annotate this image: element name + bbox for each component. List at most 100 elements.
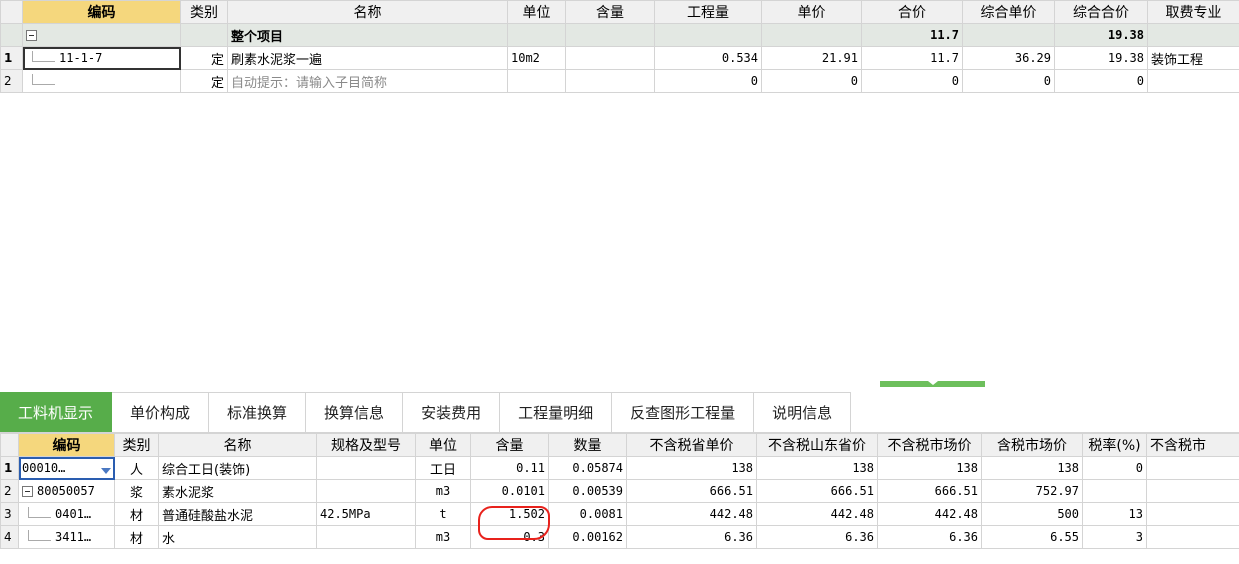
col-header-code[interactable]: 编码	[18, 433, 115, 457]
col-header-quantity[interactable]: 数量	[548, 433, 627, 457]
prov-price-cell[interactable]: 138	[626, 456, 757, 480]
col-header-market-price-tax[interactable]: 含税市场价	[981, 433, 1083, 457]
table-row[interactable]: 4 3411… 材 水 m3 0.3 0.00162 6.36 6.36 6.3…	[0, 525, 1239, 549]
col-header-more[interactable]: 不含税市	[1146, 433, 1239, 457]
type-cell[interactable]: 定	[180, 69, 228, 93]
quantity-cell[interactable]: 0.00162	[548, 525, 627, 549]
market-price-tax-cell[interactable]: 500	[981, 502, 1083, 526]
content-cell[interactable]: 1.502	[470, 502, 549, 526]
market-price-tax-cell[interactable]: 752.97	[981, 479, 1083, 503]
chevron-down-icon[interactable]	[101, 468, 111, 474]
col-header-name[interactable]: 名称	[158, 433, 317, 457]
col-header-unit[interactable]: 单位	[507, 0, 566, 24]
sd-price-cell[interactable]: 666.51	[756, 479, 878, 503]
row-number[interactable]: 4	[0, 525, 19, 549]
spec-cell[interactable]	[316, 456, 416, 480]
unit-cell[interactable]: 10m2	[507, 46, 566, 70]
unit-cell[interactable]	[507, 69, 566, 93]
content-cell[interactable]: 0.11	[470, 456, 549, 480]
col-header-fee-type[interactable]: 取费专业	[1147, 0, 1239, 24]
row-number[interactable]: 3	[0, 502, 19, 526]
prov-price-cell[interactable]: 6.36	[626, 525, 757, 549]
unit-cell[interactable]: m3	[415, 525, 471, 549]
name-cell[interactable]: 素水泥浆	[158, 479, 317, 503]
row-number[interactable]: 2	[0, 479, 19, 503]
col-header-comp-total[interactable]: 综合合价	[1054, 0, 1148, 24]
unit-price-cell[interactable]: 21.91	[761, 46, 862, 70]
sd-price-cell[interactable]: 138	[756, 456, 878, 480]
content-cell[interactable]	[565, 46, 655, 70]
more-cell[interactable]	[1146, 502, 1239, 526]
code-cell[interactable]: 11-1-7	[22, 46, 181, 70]
col-header-unit[interactable]: 单位	[415, 433, 471, 457]
code-cell[interactable]: 80050057	[18, 479, 115, 503]
col-header-content[interactable]: 含量	[470, 433, 549, 457]
quantity-cell[interactable]: 0.534	[654, 46, 762, 70]
table-row[interactable]: 1 00010… 人 综合工日(装饰) 工日 0.11 0.05874 138 …	[0, 456, 1239, 480]
name-cell[interactable]: 综合工日(装饰)	[158, 456, 317, 480]
tax-rate-cell[interactable]: 13	[1082, 502, 1147, 526]
tab-conversion-info[interactable]: 换算信息	[306, 392, 404, 432]
col-header-sd-price[interactable]: 不含税山东省价	[756, 433, 878, 457]
table-row[interactable]: 2 80050057 浆 素水泥浆 m3 0.0101 0.00539 666.…	[0, 479, 1239, 503]
row-number[interactable]: 2	[0, 69, 23, 93]
content-cell[interactable]: 0.0101	[470, 479, 549, 503]
code-cell[interactable]	[22, 69, 181, 93]
tab-materials[interactable]: 工料机显示	[0, 392, 113, 432]
spec-cell[interactable]: 42.5MPa	[316, 502, 416, 526]
tab-description[interactable]: 说明信息	[754, 392, 852, 432]
more-cell[interactable]	[1146, 456, 1239, 480]
more-cell[interactable]	[1146, 525, 1239, 549]
col-header-tax-rate[interactable]: 税率(%)	[1082, 433, 1147, 457]
market-price-cell[interactable]: 442.48	[877, 502, 982, 526]
type-cell[interactable]: 材	[114, 525, 159, 549]
collapse-icon[interactable]	[22, 486, 33, 497]
sd-price-cell[interactable]: 6.36	[756, 525, 878, 549]
type-cell[interactable]: 浆	[114, 479, 159, 503]
group-expander-cell[interactable]	[22, 23, 181, 47]
group-row[interactable]: 整个项目 11.7 19.38	[0, 23, 1239, 47]
quantity-cell[interactable]: 0.0081	[548, 502, 627, 526]
group-name[interactable]: 整个项目	[227, 23, 508, 47]
row-number[interactable]: 1	[0, 456, 19, 480]
content-cell[interactable]: 0.3	[470, 525, 549, 549]
name-cell[interactable]: 普通硅酸盐水泥	[158, 502, 317, 526]
name-cell[interactable]: 刷素水泥浆一遍	[227, 46, 508, 70]
type-cell[interactable]: 定	[180, 46, 228, 70]
tab-unit-price-composition[interactable]: 单价构成	[112, 392, 210, 432]
table-row[interactable]: 3 0401… 材 普通硅酸盐水泥 42.5MPa t 1.502 0.0081…	[0, 502, 1239, 526]
tab-reverse-lookup[interactable]: 反查图形工程量	[612, 392, 755, 432]
type-cell[interactable]: 材	[114, 502, 159, 526]
col-header-code[interactable]: 编码	[22, 0, 181, 24]
col-header-quantity[interactable]: 工程量	[654, 0, 762, 24]
code-cell[interactable]: 3411…	[18, 525, 115, 549]
market-price-cell[interactable]: 666.51	[877, 479, 982, 503]
col-header-name[interactable]: 名称	[227, 0, 508, 24]
spec-cell[interactable]	[316, 525, 416, 549]
tax-rate-cell[interactable]: 0	[1082, 456, 1147, 480]
collapse-icon[interactable]	[26, 29, 37, 41]
tax-rate-cell[interactable]	[1082, 479, 1147, 503]
unit-cell[interactable]: t	[415, 502, 471, 526]
table-row[interactable]: 1 11-1-7 定 刷素水泥浆一遍 10m2 0.534 21.91 11.7…	[0, 46, 1239, 70]
spec-cell[interactable]	[316, 479, 416, 503]
code-cell[interactable]: 0401…	[18, 502, 115, 526]
unit-cell[interactable]: m3	[415, 479, 471, 503]
col-header-type[interactable]: 类别	[114, 433, 159, 457]
col-header-prov-price[interactable]: 不含税省单价	[626, 433, 757, 457]
content-cell[interactable]	[565, 69, 655, 93]
col-header-unit-price[interactable]: 单价	[761, 0, 862, 24]
col-header-total[interactable]: 合价	[861, 0, 963, 24]
col-header-type[interactable]: 类别	[180, 0, 228, 24]
market-price-cell[interactable]: 138	[877, 456, 982, 480]
col-header-market-price[interactable]: 不含税市场价	[877, 433, 982, 457]
sd-price-cell[interactable]: 442.48	[756, 502, 878, 526]
tab-installation-fee[interactable]: 安装费用	[403, 392, 501, 432]
tab-standard-conversion[interactable]: 标准换算	[209, 392, 307, 432]
col-header-content[interactable]: 含量	[565, 0, 655, 24]
quantity-cell[interactable]: 0.05874	[548, 456, 627, 480]
prov-price-cell[interactable]: 442.48	[626, 502, 757, 526]
market-price-tax-cell[interactable]: 138	[981, 456, 1083, 480]
col-header-spec[interactable]: 规格及型号	[316, 433, 416, 457]
code-dropdown[interactable]: 00010…	[18, 456, 115, 480]
